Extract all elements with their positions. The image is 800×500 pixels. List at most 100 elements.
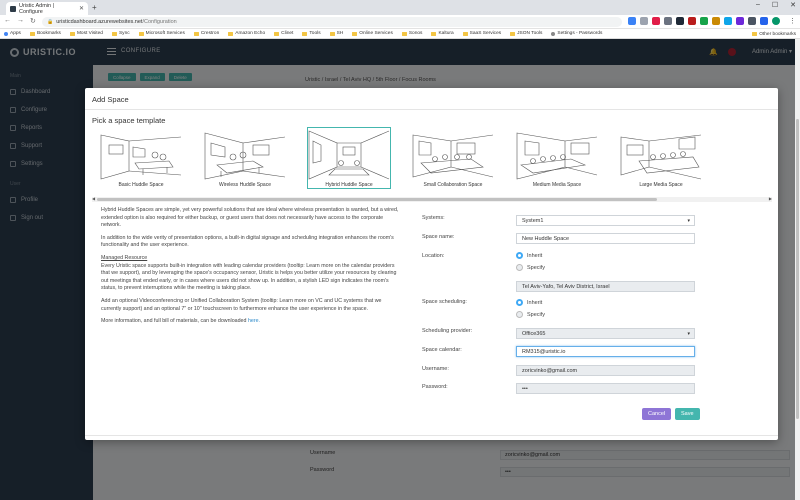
template-scrollbar[interactable]: ◀ ▶: [92, 196, 772, 202]
description-paragraph: More information, and full bill of mater…: [101, 318, 261, 325]
template-caption: Basic Huddle Space: [118, 182, 164, 188]
extension-icon[interactable]: [748, 17, 756, 25]
description-paragraph: In addition to the wide verity of presen…: [101, 234, 394, 249]
folder-icon: [352, 31, 358, 36]
extension-icon[interactable]: [640, 17, 648, 25]
username-field: zoricvinko@gmail.com: [516, 365, 695, 376]
bookmark-item[interactable]: Sonos: [401, 31, 422, 36]
extension-icon[interactable]: [760, 17, 768, 25]
add-space-modal: Add Space Pick a space template Basic Hu…: [85, 88, 778, 440]
window-close-icon[interactable]: ✕: [790, 1, 796, 9]
extension-icon[interactable]: [712, 17, 720, 25]
scroll-right-icon[interactable]: ▶: [769, 196, 772, 201]
bookmark-item[interactable]: Online Services: [352, 31, 393, 36]
url-host: uristicdashboard.azurewebsites.net: [56, 19, 143, 25]
new-tab-icon[interactable]: +: [92, 3, 97, 12]
extension-icon[interactable]: [652, 17, 660, 25]
folder-icon: [329, 31, 335, 36]
nav-buttons: ← → ↻: [4, 17, 36, 25]
modal-title: Add Space: [92, 95, 129, 104]
bookmark-item[interactable]: JSON Tools: [510, 31, 542, 36]
radio-unselected-icon: [516, 311, 523, 318]
bookmark-item[interactable]: Most Visited: [69, 31, 103, 36]
password-label: Password:: [422, 384, 448, 390]
username-label: Username:: [422, 366, 449, 372]
scheduling-provider-select: Office365 ▾: [516, 328, 695, 339]
download-link[interactable]: here.: [248, 318, 260, 324]
extension-icon[interactable]: [736, 17, 744, 25]
modal-footer-divider: [85, 435, 778, 436]
bookmark-item[interactable]: Apps: [4, 31, 21, 36]
space-name-input[interactable]: New Huddle Space: [516, 233, 695, 244]
extension-icon[interactable]: [700, 17, 708, 25]
space-calendar-input[interactable]: RM315@uristic.io: [516, 346, 695, 357]
page-scrollbar[interactable]: [795, 39, 800, 500]
template-caption: Small Collaboration Space: [423, 182, 483, 188]
extension-icon[interactable]: [628, 17, 636, 25]
scrollbar-thumb[interactable]: [97, 198, 657, 201]
template-caption: Large Media Space: [639, 182, 683, 188]
tab-close-icon[interactable]: ✕: [79, 5, 84, 12]
favicon-icon: [10, 5, 16, 12]
scheduling-inherit-radio[interactable]: Inherit: [516, 299, 542, 306]
template-large-media[interactable]: Large Media Space: [619, 127, 703, 189]
template-basic-huddle[interactable]: Basic Huddle Space: [99, 127, 183, 189]
location-label: Location:: [422, 253, 445, 259]
cancel-button[interactable]: Cancel: [642, 408, 672, 420]
template-wireless-huddle[interactable]: Wireless Huddle Space: [203, 127, 287, 189]
bookmark-item[interactable]: Clinet: [274, 31, 293, 36]
bookmarks-bar: Apps Bookmarks Most Visited Sync Microso…: [0, 29, 800, 39]
folder-icon: [111, 31, 117, 36]
folder-icon: [228, 31, 234, 36]
browser-tab[interactable]: Uristic Admin | Configure ✕: [6, 2, 88, 15]
address-bar[interactable]: 🔒 uristicdashboard.azurewebsites.net/Con…: [42, 17, 622, 27]
forward-icon[interactable]: →: [17, 17, 24, 25]
extension-icon[interactable]: [688, 17, 696, 25]
scroll-left-icon[interactable]: ◀: [92, 196, 95, 201]
folder-icon: [302, 31, 308, 36]
bookmark-item[interactable]: Tools: [302, 31, 321, 36]
back-icon[interactable]: ←: [4, 17, 11, 25]
browser-tab-bar: Uristic Admin | Configure ✕ + – ☐ ✕: [0, 0, 800, 15]
extension-icon[interactable]: [664, 17, 672, 25]
bookmark-item[interactable]: Bookmarks: [29, 31, 61, 36]
room-sketch-icon: [516, 132, 598, 180]
folder-icon: [752, 32, 758, 36]
minimize-icon[interactable]: –: [756, 1, 760, 9]
apps-icon: [4, 31, 8, 36]
systems-label: Systems:: [422, 215, 445, 221]
maximize-icon[interactable]: ☐: [772, 1, 778, 9]
scrollbar-thumb[interactable]: [796, 119, 799, 419]
reload-icon[interactable]: ↻: [30, 17, 36, 25]
template-medium-media[interactable]: Medium Media Space: [515, 127, 599, 189]
folder-icon: [462, 31, 468, 36]
other-bookmarks[interactable]: Other bookmarks: [752, 29, 796, 38]
browser-menu-icon[interactable]: ⋮: [789, 17, 796, 25]
bookmark-item[interactable]: Sync: [111, 31, 130, 36]
profile-avatar-icon[interactable]: [772, 17, 780, 25]
description-paragraph: Add an optional Videoconferencing or Uni…: [101, 297, 382, 312]
description-paragraph: Hybrid Huddle Spaces are simple, yet ver…: [101, 207, 399, 229]
location-specify-radio[interactable]: Specify: [516, 264, 545, 271]
template-hybrid-huddle[interactable]: Hybrid Huddle Space: [307, 127, 391, 189]
save-button[interactable]: Save: [675, 408, 700, 420]
bookmark-item[interactable]: SaaS Services: [462, 31, 501, 36]
location-inherit-radio[interactable]: Inherit: [516, 252, 542, 259]
extensions-bar: [628, 17, 780, 25]
bookmark-item[interactable]: Amazon Echo: [228, 31, 265, 36]
template-small-collaboration[interactable]: Small Collaboration Space: [411, 127, 495, 189]
template-description: Hybrid Huddle Spaces are simple, yet ver…: [101, 207, 401, 331]
systems-select[interactable]: System1 ▾: [516, 215, 695, 226]
room-sketch-icon: [620, 134, 702, 180]
bookmark-item[interactable]: Microsoft Services: [138, 31, 185, 36]
extension-icon[interactable]: [724, 17, 732, 25]
bookmark-item[interactable]: SH: [329, 31, 343, 36]
bookmark-item[interactable]: Settings - Passwords: [551, 31, 602, 36]
url-path: /Configuration: [142, 19, 177, 25]
bookmark-item[interactable]: Crestron: [193, 31, 219, 36]
scheduling-specify-radio[interactable]: Specify: [516, 311, 545, 318]
extension-icon[interactable]: [676, 17, 684, 25]
template-picker-title: Pick a space template: [92, 116, 166, 125]
bookmark-item[interactable]: Kaltura: [431, 31, 454, 36]
folder-icon: [401, 31, 407, 36]
